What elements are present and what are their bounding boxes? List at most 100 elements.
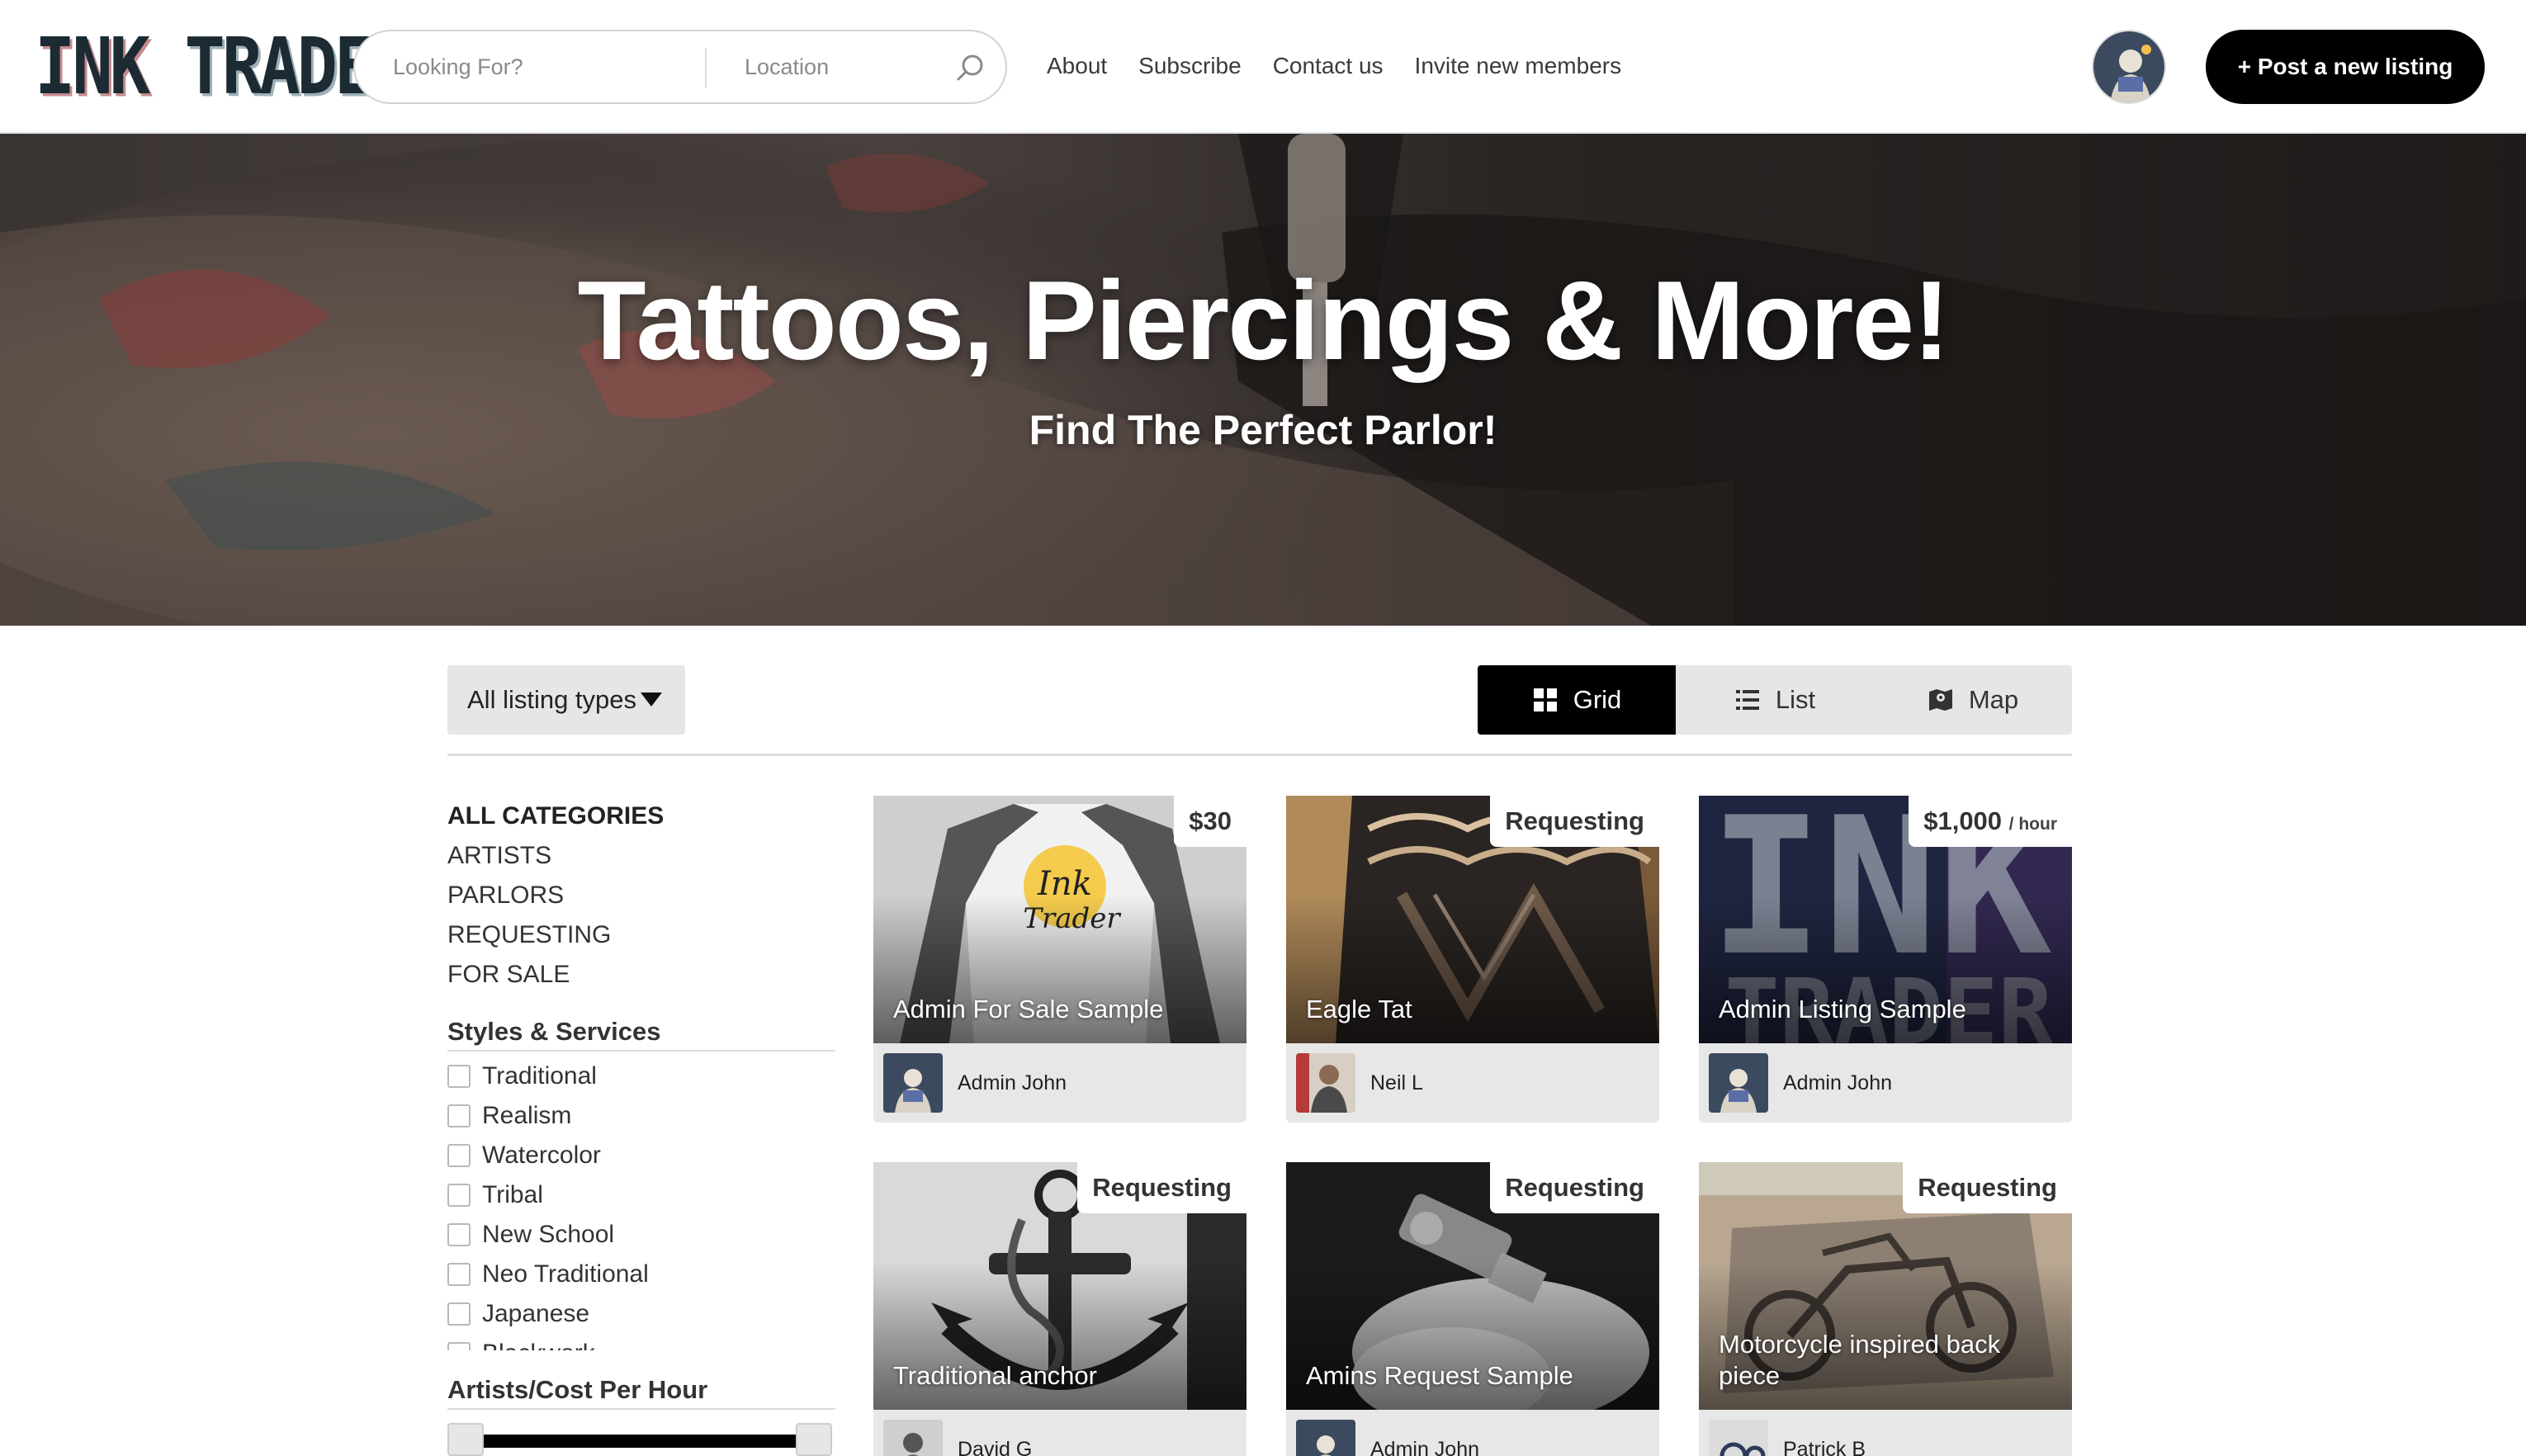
grid-icon <box>1533 688 1557 711</box>
listing-title: Motorcycle inspired back piece <box>1719 1330 2001 1390</box>
nav-contact[interactable]: Contact us <box>1273 48 1384 84</box>
price-value: Requesting <box>1505 806 1644 835</box>
price-value: Requesting <box>1092 1173 1232 1202</box>
listing-author[interactable]: David G <box>873 1410 1246 1456</box>
styles-filter-list: Traditional Realism Watercolor Tribal Ne… <box>447 1057 835 1350</box>
hero-banner: Tattoos, Piercings & More! Find The Perf… <box>0 134 2526 626</box>
price-value: $30 <box>1189 806 1232 835</box>
listing-author[interactable]: Neil L <box>1286 1043 1659 1123</box>
style-label: Japanese <box>482 1300 590 1327</box>
style-option[interactable]: Japanese <box>447 1294 835 1334</box>
author-avatar[interactable] <box>1296 1420 1355 1456</box>
slider-max-handle[interactable] <box>796 1423 832 1456</box>
checkbox[interactable] <box>447 1263 471 1286</box>
slider-track <box>484 1435 796 1448</box>
listing-type-dropdown[interactable]: All listing types <box>447 665 685 735</box>
listing-title: Admin For Sale Sample <box>893 995 1164 1023</box>
style-label: Traditional <box>482 1062 597 1090</box>
hero-subtitle: Find The Perfect Parlor! <box>1029 407 1497 453</box>
filter-divider <box>447 754 2072 756</box>
category-parlors[interactable]: PARLORS <box>447 878 835 918</box>
listing-image: Eagle Tat Requesting <box>1286 796 1659 1043</box>
listing-author[interactable]: Admin John <box>1286 1410 1659 1456</box>
category-requesting[interactable]: REQUESTING <box>447 918 835 957</box>
post-listing-button[interactable]: + Post a new listing <box>2206 30 2485 104</box>
author-name: Admin John <box>958 1071 1067 1094</box>
tab-grid[interactable]: Grid <box>1478 665 1676 735</box>
style-label: Watercolor <box>482 1142 601 1169</box>
author-avatar[interactable] <box>1296 1053 1355 1113</box>
price-range-slider[interactable] <box>447 1423 834 1456</box>
style-label: Blackwork <box>482 1340 595 1350</box>
style-option[interactable]: Blackwork <box>447 1334 835 1350</box>
listing-image: Traditional anchor Requesting <box>873 1162 1246 1410</box>
listing-author[interactable]: Admin John <box>1699 1043 2072 1123</box>
search-bar <box>353 30 1007 104</box>
style-option[interactable]: Neo Traditional <box>447 1255 835 1294</box>
style-option[interactable]: Watercolor <box>447 1136 835 1175</box>
checkbox[interactable] <box>447 1342 471 1350</box>
price-badge: Requesting <box>1077 1162 1246 1213</box>
user-avatar[interactable] <box>2092 30 2166 104</box>
style-option[interactable]: Traditional <box>447 1057 835 1096</box>
listing-type-label: All listing types <box>467 685 637 714</box>
listing-image: INK TRADER Admin Listing Sample $1,000 /… <box>1699 796 2072 1043</box>
nav-subscribe[interactable]: Subscribe <box>1138 48 1242 84</box>
price-badge: $30 <box>1174 796 1246 847</box>
author-name: Neil L <box>1370 1071 1423 1094</box>
list-icon <box>1735 690 1759 710</box>
author-name: Admin John <box>1783 1071 1893 1094</box>
author-name: Patrick B <box>1783 1438 1866 1456</box>
style-label: Realism <box>482 1102 572 1129</box>
category-for-sale[interactable]: FOR SALE <box>447 957 835 997</box>
style-option[interactable]: Tribal <box>447 1175 835 1215</box>
map-icon <box>1928 689 1952 711</box>
checkbox[interactable] <box>447 1302 471 1326</box>
nav-about[interactable]: About <box>1047 48 1107 84</box>
nav-invite[interactable]: Invite new members <box>1415 48 1622 84</box>
listing-image: Ink Trader Admin For Sale Sample $30 <box>873 796 1246 1043</box>
category-artists[interactable]: ARTISTS <box>447 839 835 878</box>
author-avatar[interactable] <box>1709 1053 1768 1113</box>
view-switcher: Grid List Map <box>1478 665 2072 735</box>
listing-author[interactable]: Patrick B <box>1699 1410 2072 1456</box>
price-badge: Requesting <box>1903 1162 2072 1213</box>
listing-title: Eagle Tat <box>1306 995 1412 1023</box>
price-value: $1,000 <box>1923 806 2003 835</box>
styles-section-title: Styles & Services <box>447 1017 835 1052</box>
style-option[interactable]: Realism <box>447 1096 835 1136</box>
category-all[interactable]: ALL CATEGORIES <box>447 799 835 839</box>
price-value: Requesting <box>1918 1173 2057 1202</box>
style-option[interactable]: New School <box>447 1215 835 1255</box>
tab-map[interactable]: Map <box>1874 665 2072 735</box>
checkbox[interactable] <box>447 1184 471 1207</box>
price-badge: $1,000 / hour <box>1909 796 2072 847</box>
author-avatar[interactable] <box>883 1053 943 1113</box>
listing-title: Amins Request Sample <box>1306 1361 1573 1390</box>
hero-title: Tattoos, Piercings & More! <box>577 258 1951 383</box>
search-icon[interactable] <box>954 51 987 84</box>
slider-min-handle[interactable] <box>447 1423 484 1456</box>
tab-map-label: Map <box>1968 685 2019 714</box>
style-label: Tribal <box>482 1181 543 1208</box>
style-label: Neo Traditional <box>482 1260 649 1288</box>
author-avatar[interactable] <box>883 1420 943 1456</box>
checkbox[interactable] <box>447 1104 471 1127</box>
price-section-title: Artists/Cost Per Hour <box>447 1375 835 1410</box>
price-unit: / hour <box>2008 815 2057 834</box>
tab-grid-label: Grid <box>1573 685 1622 714</box>
listing-title: Traditional anchor <box>893 1361 1097 1390</box>
listing-author[interactable]: Admin John <box>873 1043 1246 1123</box>
checkbox[interactable] <box>447 1223 471 1246</box>
author-avatar[interactable] <box>1709 1420 1768 1456</box>
category-list: ALL CATEGORIES ARTISTS PARLORS REQUESTIN… <box>447 799 835 997</box>
search-divider <box>705 48 707 87</box>
caret-down-icon <box>641 693 662 707</box>
style-label: New School <box>482 1221 615 1248</box>
checkbox[interactable] <box>447 1144 471 1167</box>
checkbox[interactable] <box>447 1065 471 1088</box>
tab-list[interactable]: List <box>1676 665 1874 735</box>
location-input[interactable] <box>745 31 943 102</box>
price-badge: Requesting <box>1490 796 1659 847</box>
search-input[interactable] <box>393 31 690 102</box>
